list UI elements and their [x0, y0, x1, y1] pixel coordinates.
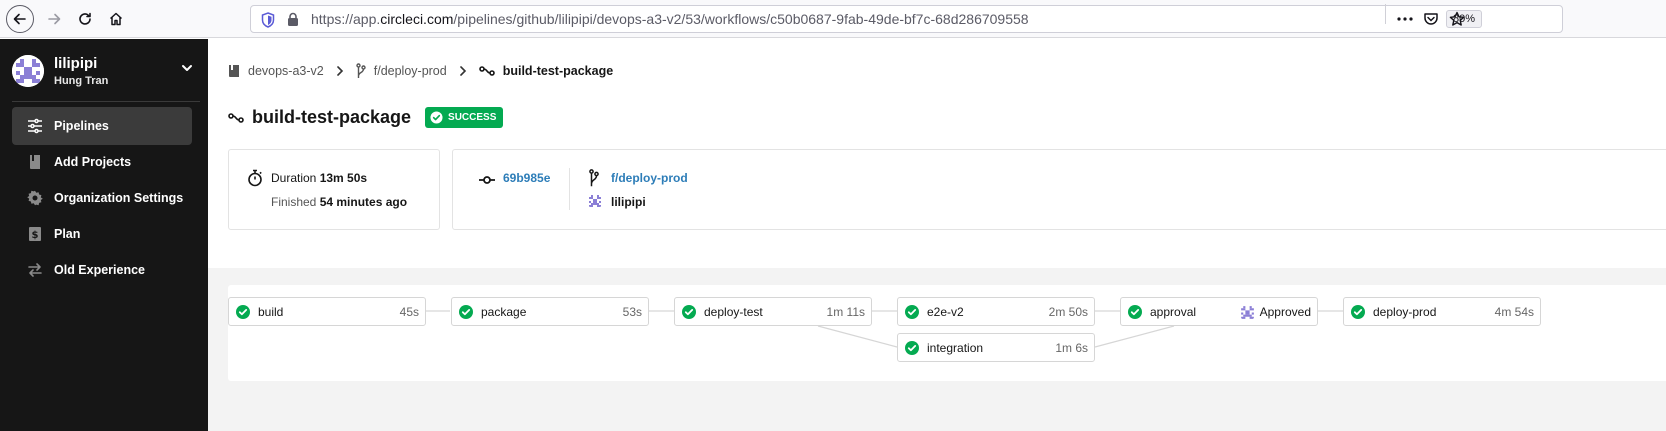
job-name: deploy-test — [704, 304, 763, 319]
avatar — [1239, 304, 1256, 321]
sidebar-item-add-projects[interactable]: Add Projects — [12, 143, 192, 181]
book-icon — [26, 153, 44, 171]
svg-text:$: $ — [32, 230, 39, 241]
job-e2e-v2[interactable]: e2e-v2 2m 50s — [897, 297, 1095, 326]
duration-card: Duration 13m 50s Finished 54 minutes ago — [228, 149, 440, 230]
check-circle-icon — [682, 304, 696, 319]
commit-author: lilipipi — [611, 195, 646, 209]
job-duration: 1m 11s — [826, 305, 865, 319]
job-integration[interactable]: integration 1m 6s — [897, 333, 1095, 362]
job-duration: 53s — [622, 305, 642, 319]
reload-icon[interactable] — [71, 5, 99, 33]
check-circle-icon — [236, 304, 250, 319]
org-switcher[interactable]: lilipipi Hung Tran — [12, 53, 198, 93]
job-name: integration — [927, 340, 984, 355]
branch-icon — [356, 63, 366, 78]
workflow-graph: build 45s package 53s deploy-test 1m 11s… — [228, 285, 1666, 381]
org-name: lilipipi — [54, 55, 98, 72]
address-bar[interactable]: https://app.circleci.com/pipelines/githu… — [250, 5, 1563, 33]
commit-divider — [569, 168, 570, 210]
connector-deploy-test-integration — [817, 325, 898, 348]
branch-link[interactable]: f/deploy-prod — [611, 171, 688, 185]
branch-icon — [589, 169, 599, 192]
url-text: https://app.circleci.com/pipelines/githu… — [311, 11, 1029, 27]
sidebar-item-plan[interactable]: $ Plan — [12, 215, 192, 253]
job-duration: 45s — [399, 305, 419, 319]
sidebar-item-organization-settings[interactable]: Organization Settings — [12, 179, 192, 217]
sidebar-item-label: Old Experience — [54, 263, 146, 277]
job-name: approval — [1150, 304, 1197, 319]
job-duration: 4m 54s — [1494, 305, 1534, 319]
pipelines-icon — [26, 117, 44, 135]
finished-row: Finished 54 minutes ago — [271, 195, 408, 209]
browser-toolbar: https://app.circleci.com/pipelines/githu… — [0, 0, 1666, 38]
status-badge: SUCCESS — [425, 107, 504, 128]
job-package[interactable]: package 53s — [451, 297, 649, 326]
job-name: e2e-v2 — [927, 304, 964, 319]
shield-icon[interactable] — [261, 12, 275, 33]
check-circle-icon — [459, 304, 473, 319]
duration-row: Duration 13m 50s — [271, 171, 368, 185]
commit-hash-link[interactable]: 69b985e — [503, 171, 550, 185]
job-name: build — [258, 304, 284, 319]
more-icon[interactable] — [1396, 10, 1414, 28]
workflow-graph-area: build 45s package 53s deploy-test 1m 11s… — [208, 268, 1666, 431]
connector-integration-approval — [1094, 325, 1175, 348]
dollar-icon: $ — [26, 225, 44, 243]
workflow-icon — [228, 112, 244, 123]
main-content: devops-a3-v2 f/deploy-prod build-test-pa… — [208, 39, 1666, 431]
job-name: package — [481, 304, 527, 319]
switch-icon — [26, 261, 44, 279]
commit-icon — [479, 172, 495, 190]
lock-icon[interactable] — [287, 12, 299, 32]
job-deploy-test[interactable]: deploy-test 1m 11s — [674, 297, 872, 326]
breadcrumb-workflow: build-test-package — [478, 64, 613, 78]
back-icon[interactable] — [6, 5, 34, 33]
check-circle-icon — [1351, 304, 1365, 319]
check-circle-icon — [1128, 304, 1142, 319]
sidebar-divider — [12, 101, 200, 102]
job-approval[interactable]: approval Approved — [1120, 297, 1318, 326]
commit-card: 69b985e f/deploy-prod lilipipi — [452, 149, 1666, 230]
stopwatch-icon — [247, 169, 263, 192]
page-title: build-test-package — [252, 107, 412, 127]
sidebar-item-pipelines[interactable]: Pipelines — [12, 107, 192, 145]
book-icon — [229, 65, 239, 77]
check-circle-icon — [905, 304, 919, 319]
sidebar-item-label: Pipelines — [54, 119, 109, 133]
forward-icon[interactable] — [40, 5, 68, 33]
toolbar-divider — [1385, 4, 1386, 24]
chevron-down-icon[interactable] — [180, 61, 194, 80]
sidebar-item-old-experience[interactable]: Old Experience — [12, 251, 192, 289]
breadcrumb-project[interactable]: devops-a3-v2 — [228, 64, 324, 78]
page-header: build-test-package SUCCESS — [228, 107, 504, 128]
job-duration: 2m 50s — [1048, 305, 1088, 319]
sidebar-item-label: Add Projects — [54, 155, 132, 169]
approval-status: Approved — [1259, 305, 1311, 319]
breadcrumb-branch[interactable]: f/deploy-prod — [356, 63, 447, 79]
job-deploy-prod[interactable]: deploy-prod 4m 54s — [1343, 297, 1541, 326]
breadcrumb: devops-a3-v2 f/deploy-prod build-test-pa… — [228, 63, 613, 79]
sidebar: lilipipi Hung Tran Pipelines Add Project… — [0, 39, 208, 431]
sidebar-item-label: Organization Settings — [54, 191, 184, 205]
chevron-right-icon — [336, 66, 344, 76]
pocket-icon[interactable] — [1422, 10, 1440, 28]
job-duration: 1m 6s — [1055, 341, 1088, 355]
avatar — [587, 193, 603, 209]
home-icon[interactable] — [102, 5, 130, 33]
gear-icon — [26, 189, 44, 207]
check-circle-icon — [430, 111, 443, 124]
avatar — [12, 55, 44, 87]
user-name: Hung Tran — [54, 75, 109, 87]
sidebar-item-label: Plan — [54, 227, 81, 241]
job-name: deploy-prod — [1373, 304, 1437, 319]
chevron-right-icon — [459, 66, 467, 76]
check-circle-icon — [905, 340, 919, 355]
star-icon[interactable] — [1448, 10, 1466, 28]
job-build[interactable]: build 45s — [228, 297, 426, 326]
workflow-icon — [478, 66, 495, 76]
